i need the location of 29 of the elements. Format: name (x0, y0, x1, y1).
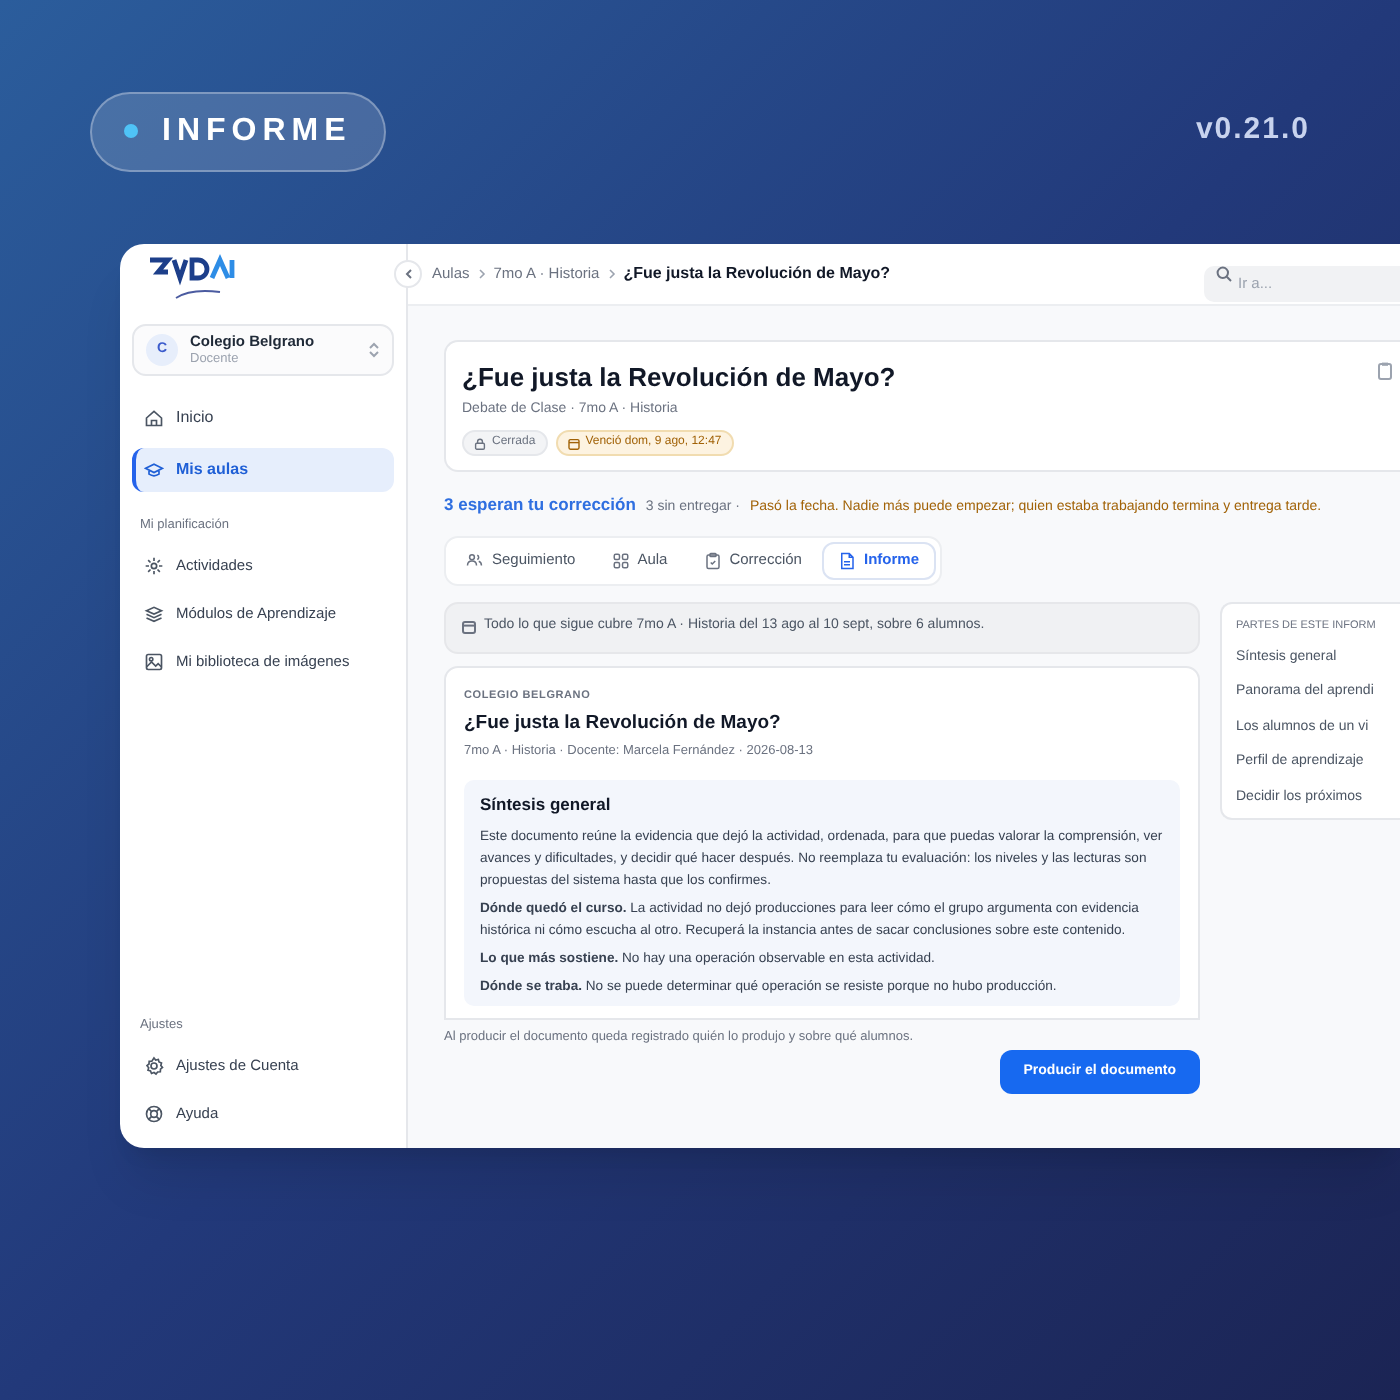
document-icon (837, 551, 856, 569)
badge-label: INFORME (162, 111, 352, 151)
layers-icon (144, 603, 164, 624)
section-title: Síntesis general (480, 791, 613, 817)
nav-item[interactable]: Inicio (132, 396, 394, 440)
graduation-cap-icon (144, 460, 164, 480)
people-icon (466, 551, 484, 569)
activity-title: ¿Fue justa la Revolución de Mayo? (462, 360, 898, 396)
lock-icon (474, 437, 486, 449)
document-title: ¿Fue justa la Revolución de Mayo? (464, 709, 783, 738)
chevron-updown-icon (368, 342, 380, 358)
image-icon (144, 651, 164, 672)
chevron-right-icon (477, 268, 486, 280)
chevron-right-icon (607, 268, 616, 280)
calendar-icon (567, 437, 580, 449)
calendar-icon (462, 620, 476, 634)
settings-icon (144, 1056, 164, 1076)
home-icon (144, 408, 164, 428)
chevron-left-icon (403, 268, 413, 280)
nav-item[interactable]: Mis aulas (132, 448, 394, 492)
collapse-button[interactable] (394, 260, 422, 288)
corrections-link[interactable]: 3 esperan tu corrección (444, 492, 636, 518)
version-label: v0.21.0 (1195, 110, 1310, 151)
page-title: ¿Fue justa la Revolución de Mayo? (623, 262, 891, 286)
clipboard-icon (703, 551, 722, 569)
lifebuoy-icon (144, 1104, 164, 1124)
clipboard-icon[interactable] (1378, 362, 1392, 380)
grid-icon (611, 551, 630, 569)
search-icon (1216, 266, 1232, 282)
